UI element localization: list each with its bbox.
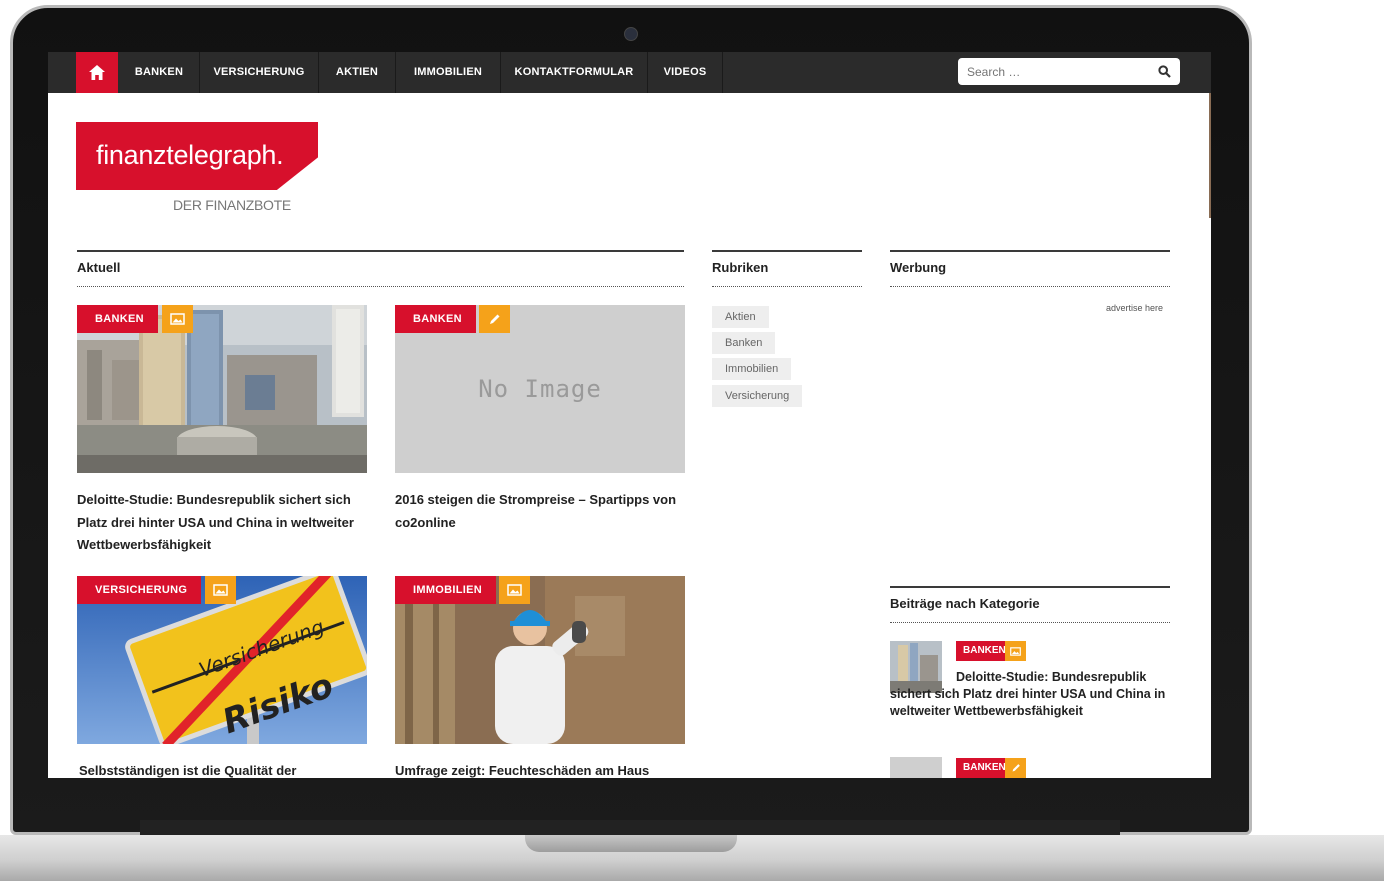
article-tag-versicherung[interactable]: VERSICHERUNG [77,576,202,604]
search-box [958,58,1180,85]
article-title-4[interactable]: Umfrage zeigt: Feuchteschäden am Haus [395,760,685,778]
home-icon [89,65,105,80]
browser-screen: BANKEN VERSICHERUNG AKTIEN IMMOBILIEN KO… [48,52,1211,778]
search-icon[interactable] [1158,65,1171,78]
section-werbung-heading: Werbung [890,250,1170,287]
article-tag-banken-2[interactable]: BANKEN [395,305,476,333]
nav-item-kontaktformular[interactable]: KONTAKTFORMULAR [501,52,648,93]
section-rubriken-heading: Rubriken [712,250,862,287]
main-nav: BANKEN VERSICHERUNG AKTIEN IMMOBILIEN KO… [48,52,1211,93]
advertise-link[interactable]: advertise here [1106,303,1163,313]
article-tag-immobilien[interactable]: IMMOBILIEN [395,576,496,604]
rubrik-tag-immobilien[interactable]: Immobilien [712,358,792,380]
image-icon [1005,641,1026,661]
home-button[interactable] [76,52,118,93]
nav-item-immobilien[interactable]: IMMOBILIEN [396,52,501,93]
nav-item-versicherung[interactable]: VERSICHERUNG [200,52,319,93]
search-input[interactable] [967,64,1147,79]
article-title-3[interactable]: Selbstständigen ist die Qualität der [79,760,369,778]
section-aktuell-heading: Aktuell [77,250,684,287]
nav-item-aktien[interactable]: AKTIEN [319,52,396,93]
sidebar-thumb-placeholder[interactable] [890,757,942,778]
article-title-1[interactable]: Deloitte-Studie: Bundesrepublik sichert … [77,489,367,557]
rubrik-tag-banken[interactable]: Banken [712,332,776,354]
nav-item-videos[interactable]: VIDEOS [648,52,723,93]
divider [1209,93,1211,218]
pencil-icon [1005,758,1026,778]
sidebar-post-title[interactable]: Deloitte-Studie: Bundesrepublik sichert … [890,669,1175,720]
article-tag-banken[interactable]: BANKEN [77,305,158,333]
image-icon [499,576,530,604]
section-beitraege-heading: Beiträge nach Kategorie [890,586,1170,623]
article-title-2[interactable]: 2016 steigen die Strompreise – Spartipps… [395,489,685,534]
laptop-hinge [140,820,1120,835]
rubrik-tag-versicherung[interactable]: Versicherung [712,385,803,407]
webcam [624,27,638,41]
rubrik-tag-aktien[interactable]: Aktien [712,306,769,328]
logo-tagline: DER FINANZBOTE [173,197,291,213]
laptop-notch [525,835,737,852]
nav-item-banken[interactable]: BANKEN [119,52,200,93]
pencil-icon [479,305,510,333]
logo-text: finanztelegraph. [96,140,284,170]
image-icon [162,305,193,333]
no-image-text: No Image [478,375,602,403]
image-icon [205,576,236,604]
site-logo[interactable]: finanztelegraph. [76,122,318,190]
